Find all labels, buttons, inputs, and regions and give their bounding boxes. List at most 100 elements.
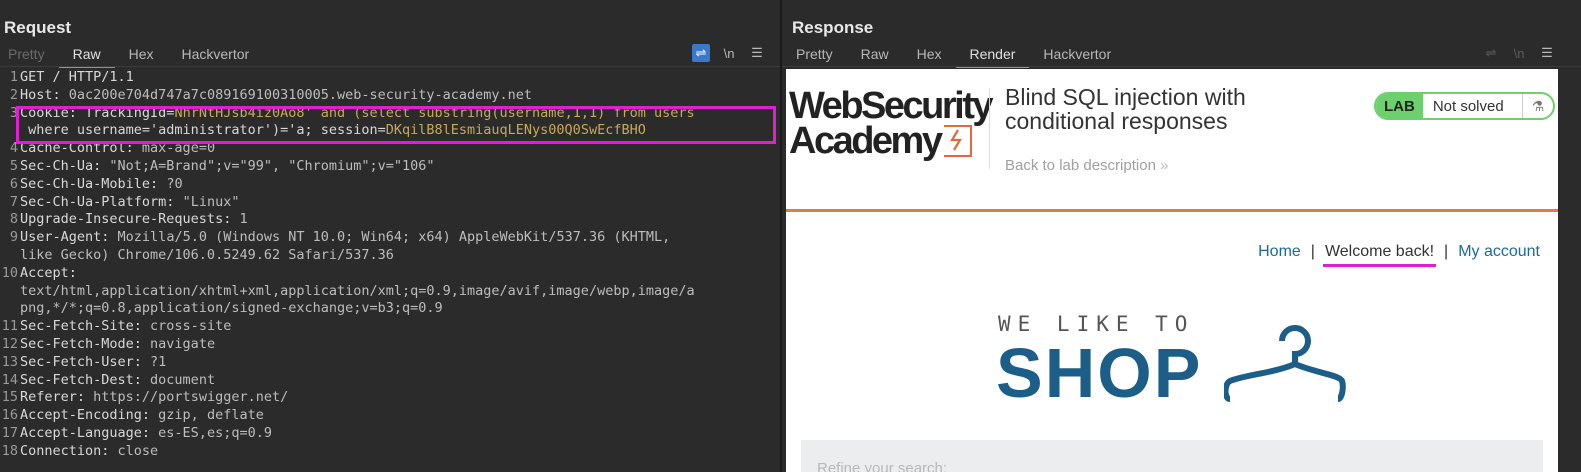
header-key: Host: bbox=[20, 86, 69, 103]
response-tool-icons: ⇌ \n ☰ bbox=[1482, 44, 1556, 62]
line-number: 13 bbox=[1, 353, 18, 370]
wrap-icon[interactable]: ⇌ bbox=[1482, 44, 1500, 62]
request-panel: Request Pretty Raw Hex Hackvertor ⇌ \n ☰… bbox=[0, 0, 780, 472]
request-line: 10 Accept: bbox=[0, 265, 780, 283]
line-number: 6 bbox=[9, 175, 18, 192]
line-text: Accept-Encoding: gzip, deflate bbox=[18, 407, 264, 425]
newline-icon[interactable]: \n bbox=[720, 44, 738, 62]
header-value: ?1 bbox=[150, 353, 167, 370]
header-value: es-ES,es;q=0.9 bbox=[158, 424, 272, 441]
welcome-back-text: Welcome back! bbox=[1322, 243, 1437, 267]
header-key: Connection: bbox=[20, 442, 118, 459]
header-value: https://portswigger.net/ bbox=[93, 389, 289, 406]
request-line: 17 Accept-Language: es-ES,es;q=0.9 bbox=[0, 425, 780, 443]
line-number: 17 bbox=[1, 424, 18, 441]
header-value: cross-site bbox=[150, 318, 232, 335]
line-number: 12 bbox=[1, 335, 18, 352]
header-key: Sec-Fetch-User: bbox=[20, 353, 151, 370]
logo-line-2: Academy bbox=[789, 120, 943, 162]
header-separator bbox=[989, 89, 990, 169]
header-key: Accept-Encoding: bbox=[20, 407, 159, 424]
account-nav: Home | Welcome back! | My account bbox=[1258, 243, 1540, 267]
line-number bbox=[0, 283, 18, 301]
header-key: Sec-Fetch-Dest: bbox=[20, 371, 151, 388]
tab-hex[interactable]: Hex bbox=[903, 44, 956, 66]
rendered-page: WebSecurity Academy Blind SQL injection … bbox=[786, 69, 1558, 472]
request-title: Request bbox=[4, 18, 72, 37]
line-text: Sec-Fetch-User: ?1 bbox=[18, 354, 166, 372]
nav-home-link[interactable]: Home bbox=[1258, 243, 1301, 261]
header-value: "Not;A=Brand";v="99", "Chromium";v="106" bbox=[109, 157, 435, 174]
line-number: 18 bbox=[1, 442, 18, 459]
header-key: GET / HTTP/1.1 bbox=[20, 69, 134, 85]
line-text: Accept-Language: es-ES,es;q=0.9 bbox=[18, 425, 272, 443]
tab-hackvertor[interactable]: Hackvertor bbox=[1029, 44, 1125, 66]
menu-icon[interactable]: ☰ bbox=[1538, 44, 1556, 62]
shop-wordmark: SHOP bbox=[996, 334, 1203, 412]
response-panel: Response Pretty Raw Hex Render Hackverto… bbox=[782, 0, 1581, 472]
line-text: Host: 0ac200e704d747a7c089169100310005.w… bbox=[18, 87, 532, 105]
header-key: User-Agent: bbox=[20, 229, 118, 246]
line-number: 11 bbox=[1, 318, 18, 335]
tab-pretty[interactable]: Pretty bbox=[0, 44, 59, 66]
header-key: Sec-Ch-Ua: bbox=[20, 157, 110, 174]
lab-status-badge: LAB Not solved ⚗ bbox=[1374, 92, 1555, 120]
header-value: Mozilla/5.0 (Windows NT 10.0; Win64; x64… bbox=[117, 229, 671, 246]
line-text: Accept: bbox=[18, 265, 77, 283]
request-line: 9 User-Agent: Mozilla/5.0 (Windows NT 10.… bbox=[0, 229, 780, 247]
header-key: Sec-Fetch-Mode: bbox=[20, 335, 151, 352]
header-key: Accept: bbox=[20, 264, 77, 281]
line-number bbox=[0, 247, 18, 265]
menu-icon[interactable]: ☰ bbox=[748, 44, 766, 62]
header-key: Sec-Ch-Ua-Mobile: bbox=[20, 175, 167, 192]
wrap-icon[interactable]: ⇌ bbox=[692, 44, 710, 62]
tab-raw[interactable]: Raw bbox=[847, 44, 903, 66]
header-value: gzip, deflate bbox=[158, 407, 264, 424]
lab-status: Not solved bbox=[1432, 97, 1504, 115]
cookie-highlight-box bbox=[16, 106, 776, 144]
line-number: 5 bbox=[9, 157, 18, 174]
tab-render[interactable]: Render bbox=[955, 44, 1030, 68]
line-number: 9 bbox=[9, 229, 18, 246]
line-text: User-Agent: Mozilla/5.0 (Windows NT 10.0… bbox=[18, 229, 670, 247]
line-text: Connection: close bbox=[18, 443, 158, 461]
request-line: 13 Sec-Fetch-User: ?1 bbox=[0, 354, 780, 372]
newline-icon[interactable]: \n bbox=[1510, 44, 1528, 62]
tab-hackvertor[interactable]: Hackvertor bbox=[168, 44, 264, 66]
request-line: 11 Sec-Fetch-Site: cross-site bbox=[0, 318, 780, 336]
header-value: 1 bbox=[239, 211, 248, 228]
request-line: like Gecko) Chrome/106.0.5249.62 Safari/… bbox=[0, 247, 780, 265]
line-number: 7 bbox=[9, 193, 18, 210]
request-line: png,*/*;q=0.8,application/signed-exchang… bbox=[0, 300, 780, 318]
request-line: 15 Referer: https://portswigger.net/ bbox=[0, 389, 780, 407]
header-value: navigate bbox=[150, 335, 216, 352]
request-tool-icons: ⇌ \n ☰ bbox=[692, 44, 766, 62]
tab-hex[interactable]: Hex bbox=[115, 44, 168, 66]
tab-raw[interactable]: Raw bbox=[58, 44, 115, 68]
header-value: close bbox=[117, 442, 159, 459]
header-value: 0ac200e704d747a7c089169100310005.web-sec… bbox=[68, 86, 533, 103]
flask-icon: ⚗ bbox=[1522, 94, 1553, 118]
request-line: 16 Accept-Encoding: gzip, deflate bbox=[0, 407, 780, 425]
web-security-academy-logo[interactable]: WebSecurity Academy bbox=[789, 85, 993, 162]
response-tabs: Pretty Raw Hex Render Hackvertor bbox=[782, 44, 1125, 68]
line-text: Upgrade-Insecure-Requests: 1 bbox=[18, 211, 248, 229]
search-hint: Refine your search: bbox=[817, 460, 948, 472]
tab-pretty[interactable]: Pretty bbox=[782, 44, 847, 66]
back-to-lab-link[interactable]: Back to lab description » bbox=[1005, 157, 1168, 174]
line-text: like Gecko) Chrome/106.0.5249.62 Safari/… bbox=[18, 247, 394, 265]
logo-line-1: WebSecurity bbox=[789, 85, 993, 127]
request-line: 12 Sec-Fetch-Mode: navigate bbox=[0, 336, 780, 354]
line-text: png,*/*;q=0.8,application/signed-exchang… bbox=[18, 300, 443, 318]
line-number: 1 bbox=[9, 69, 18, 85]
back-link-label: Back to lab description bbox=[1005, 157, 1156, 174]
tab-divider bbox=[0, 66, 780, 67]
header-value: ?0 bbox=[166, 175, 183, 192]
request-line: 18 Connection: close bbox=[0, 443, 780, 461]
nav-my-account-link[interactable]: My account bbox=[1458, 243, 1540, 261]
header-value: document bbox=[150, 371, 216, 388]
header-key: Sec-Ch-Ua-Platform: bbox=[20, 193, 183, 210]
line-number bbox=[0, 300, 18, 318]
double-chevron-icon: » bbox=[1160, 157, 1169, 174]
response-title: Response bbox=[792, 18, 874, 37]
